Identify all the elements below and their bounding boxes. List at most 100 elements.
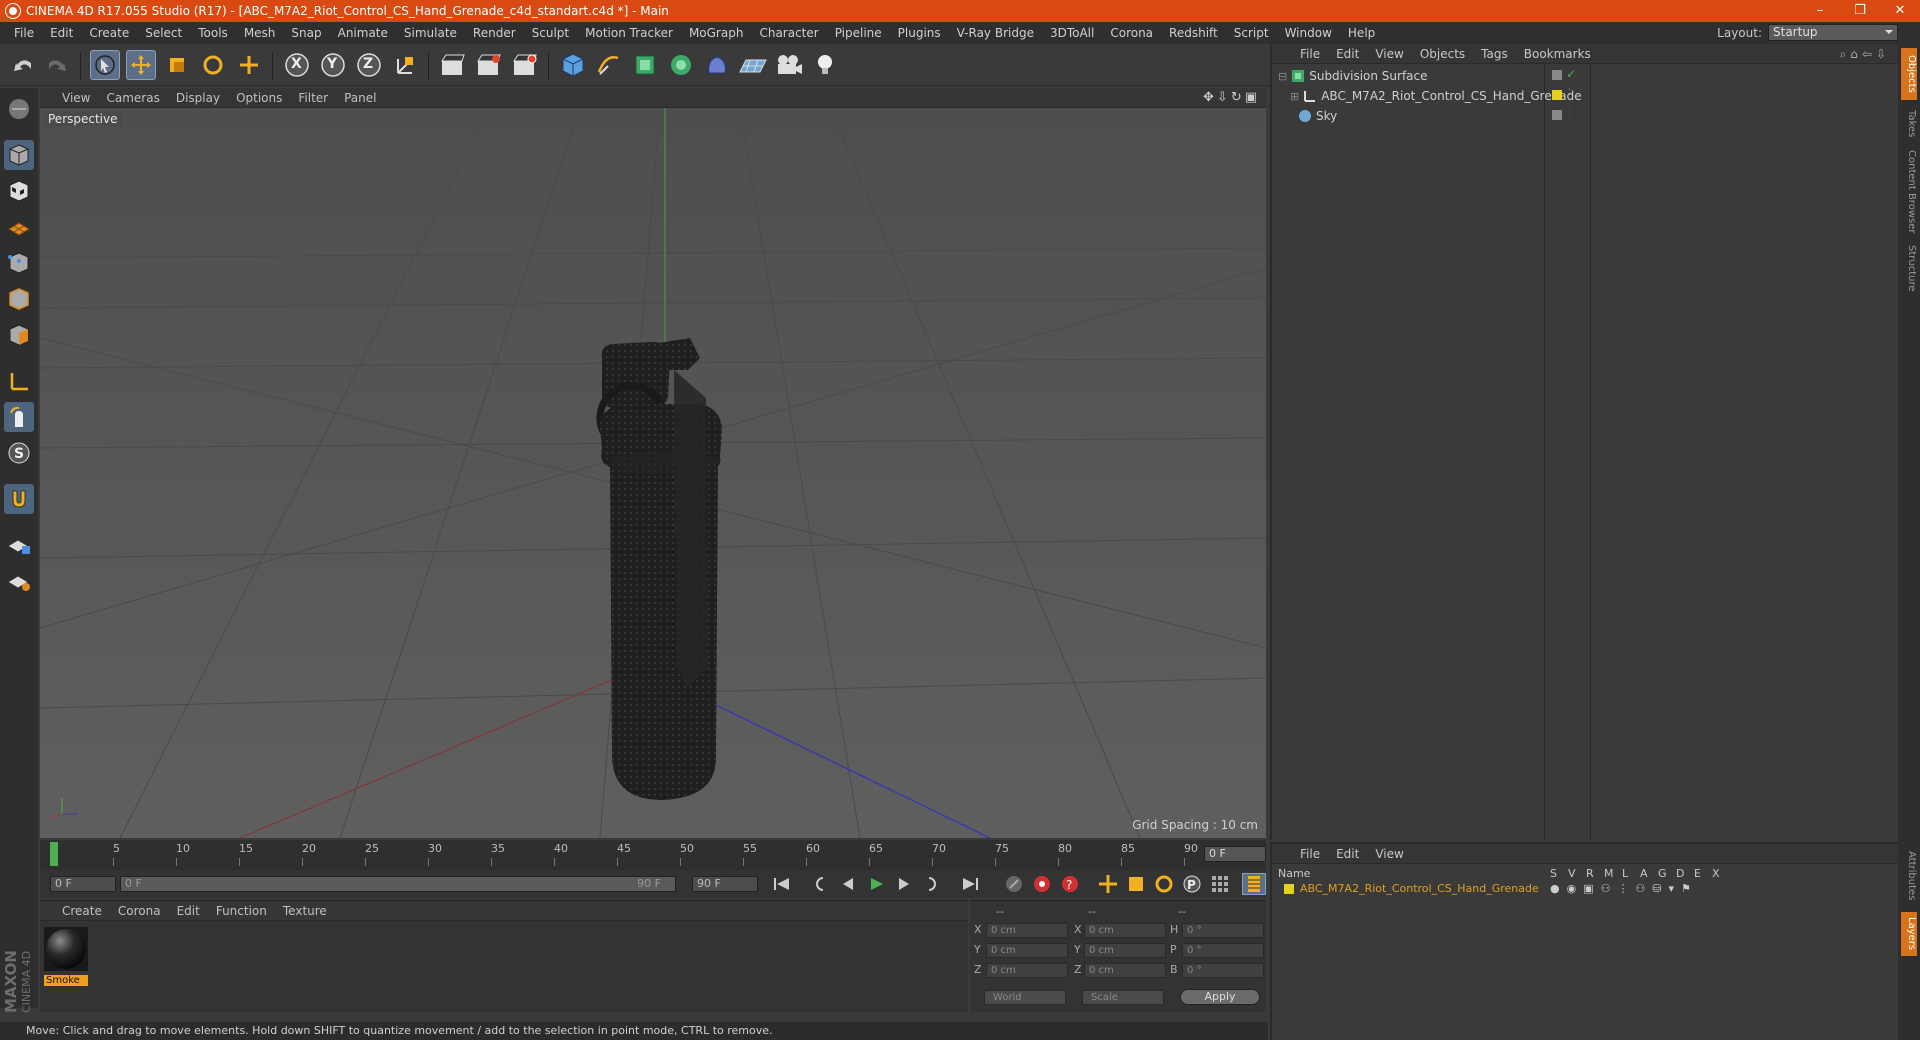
material-menu-texture[interactable]: Texture: [275, 904, 335, 918]
object-menu-objects[interactable]: Objects: [1412, 47, 1473, 61]
layout-dropdown[interactable]: Startup: [1768, 24, 1898, 41]
coord-pos-y-field[interactable]: 0 cm: [986, 943, 1068, 958]
solo-mode-icon[interactable]: S: [4, 438, 34, 468]
layer-flag-header[interactable]: G: [1658, 867, 1667, 880]
menu-mograph[interactable]: MoGraph: [681, 26, 752, 40]
redo-icon[interactable]: [42, 50, 72, 80]
menu-snap[interactable]: Snap: [283, 26, 329, 40]
tree-toggle-icon[interactable]: ⊟: [1278, 70, 1287, 83]
visibility-dots-icon[interactable]: [1552, 70, 1562, 80]
tab-layers[interactable]: Layers: [1901, 912, 1917, 956]
layer-flag-header[interactable]: V: [1568, 867, 1576, 880]
minimize-button[interactable]: –: [1800, 0, 1840, 22]
z-axis-lock-icon[interactable]: Z: [354, 50, 384, 80]
render-view-icon[interactable]: [438, 50, 468, 80]
coord-size-y-field[interactable]: 0 cm: [1084, 943, 1166, 958]
y-axis-lock-icon[interactable]: Y: [318, 50, 348, 80]
coordinate-system-icon[interactable]: [390, 50, 420, 80]
object-menu-tags[interactable]: Tags: [1473, 47, 1516, 61]
object-menu-edit[interactable]: Edit: [1328, 47, 1367, 61]
next-frame-icon[interactable]: [892, 873, 916, 895]
viewport-menu-cameras[interactable]: Cameras: [98, 91, 167, 105]
cloner-mograph-icon[interactable]: [666, 50, 696, 80]
enable-snap-icon[interactable]: [4, 484, 34, 514]
x-axis-lock-icon[interactable]: X: [282, 50, 312, 80]
key-position-icon[interactable]: [1096, 873, 1120, 895]
menu-vray-bridge[interactable]: V-Ray Bridge: [949, 26, 1042, 40]
close-button[interactable]: ✕: [1880, 0, 1920, 22]
undo-icon[interactable]: [8, 50, 38, 80]
menu-select[interactable]: Select: [137, 26, 190, 40]
material-menu-corona[interactable]: Corona: [110, 904, 169, 918]
autokeying-icon[interactable]: [1030, 873, 1054, 895]
coord-size-z-field[interactable]: 0 cm: [1084, 963, 1166, 978]
planar-workplane-icon[interactable]: [4, 566, 34, 596]
coord-pos-z-field[interactable]: 0 cm: [986, 963, 1068, 978]
transform-tool-icon[interactable]: [234, 50, 264, 80]
key-parameter-icon[interactable]: P: [1180, 873, 1204, 895]
workplane-mode-icon[interactable]: [4, 212, 34, 242]
preview-range-slider[interactable]: 0 F 90 F: [120, 876, 676, 892]
material-swatch[interactable]: Smoke: [44, 927, 88, 986]
locked-workplane-icon[interactable]: [4, 530, 34, 560]
goto-end-icon[interactable]: [958, 873, 982, 895]
texture-mode-icon[interactable]: [4, 176, 34, 206]
visibility-dots-icon[interactable]: ⁚: [1568, 88, 1571, 98]
axis-mode-icon[interactable]: [4, 366, 34, 396]
menu-motion-tracker[interactable]: Motion Tracker: [577, 26, 681, 40]
start-frame-field[interactable]: 0 F: [50, 876, 116, 892]
layer-menu-file[interactable]: File: [1292, 847, 1328, 861]
menu-animate[interactable]: Animate: [330, 26, 396, 40]
model-mode-icon[interactable]: [4, 140, 34, 170]
key-scale-icon[interactable]: [1124, 873, 1148, 895]
layer-row[interactable]: ABC_M7A2_Riot_Control_CS_Hand_Grenade ●◉…: [1272, 882, 1900, 898]
material-menu-function[interactable]: Function: [208, 904, 275, 918]
menu-render[interactable]: Render: [465, 26, 524, 40]
timeline-window-icon[interactable]: [1242, 873, 1266, 895]
menu-mesh[interactable]: Mesh: [236, 26, 284, 40]
make-editable-icon[interactable]: [4, 94, 34, 124]
polygons-mode-icon[interactable]: [4, 320, 34, 350]
next-key-icon[interactable]: [920, 873, 944, 895]
layer-menu-view[interactable]: View: [1367, 847, 1411, 861]
object-menu-bookmarks[interactable]: Bookmarks: [1516, 47, 1599, 61]
tab-objects[interactable]: Objects: [1901, 48, 1917, 100]
layer-flag-header[interactable]: D: [1676, 867, 1684, 880]
perspective-viewport[interactable]: Perspective Grid Spacing : 10 cm: [40, 108, 1266, 838]
menu-file[interactable]: File: [6, 26, 42, 40]
layer-flag-header[interactable]: A: [1640, 867, 1648, 880]
apply-button[interactable]: Apply: [1180, 989, 1260, 1005]
menu-edit[interactable]: Edit: [42, 26, 81, 40]
menu-character[interactable]: Character: [751, 26, 826, 40]
play-icon[interactable]: [864, 873, 888, 895]
object-row-subdivision[interactable]: ⊟ Subdivision Surface ✓: [1272, 66, 1900, 86]
keyframe-selection-icon[interactable]: ?: [1058, 873, 1082, 895]
layer-color-swatch[interactable]: [1284, 884, 1294, 894]
spline-pen-icon[interactable]: [594, 50, 624, 80]
material-menu-edit[interactable]: Edit: [169, 904, 208, 918]
menu-sculpt[interactable]: Sculpt: [524, 26, 577, 40]
live-selection-icon[interactable]: [90, 50, 120, 80]
menu-plugins[interactable]: Plugins: [890, 26, 949, 40]
cube-primitive-icon[interactable]: [558, 50, 588, 80]
coord-size-mode-dropdown[interactable]: Scale: [1082, 990, 1164, 1005]
material-menu-create[interactable]: Create: [54, 904, 110, 918]
camera-icon[interactable]: [774, 50, 804, 80]
tab-attributes[interactable]: Attributes: [1901, 844, 1917, 908]
edges-mode-icon[interactable]: [4, 284, 34, 314]
points-mode-icon[interactable]: [4, 248, 34, 278]
menu-corona[interactable]: Corona: [1102, 26, 1161, 40]
menu-3dtoall[interactable]: 3DToAll: [1042, 26, 1102, 40]
goto-start-icon[interactable]: [770, 873, 794, 895]
object-search-home-icons[interactable]: ⌕⌂⇦⇩: [1840, 47, 1890, 62]
tab-content-browser[interactable]: Content Browser: [1901, 148, 1917, 236]
light-icon[interactable]: [810, 50, 840, 80]
previous-key-icon[interactable]: [808, 873, 832, 895]
end-frame-field[interactable]: 90 F: [692, 876, 758, 892]
menu-simulate[interactable]: Simulate: [396, 26, 465, 40]
coord-size-x-field[interactable]: 0 cm: [1084, 923, 1166, 938]
coord-rot-b-field[interactable]: 0 °: [1182, 963, 1264, 978]
enabled-check-icon[interactable]: ✓: [1566, 67, 1576, 81]
coord-rot-h-field[interactable]: 0 °: [1182, 923, 1264, 938]
viewport-menu-options[interactable]: Options: [228, 91, 290, 105]
